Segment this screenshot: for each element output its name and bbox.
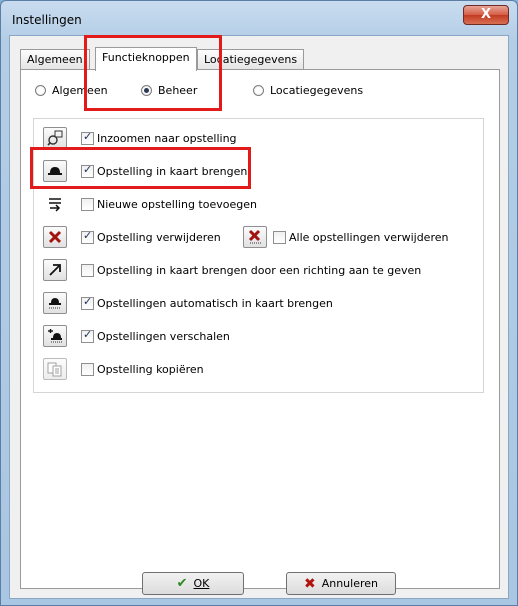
- function-label: Opstelling in kaart brengen door een ric…: [97, 263, 422, 277]
- radio-button[interactable]: [253, 85, 264, 96]
- add-object-button[interactable]: [43, 193, 67, 215]
- copy-button[interactable]: [43, 358, 67, 380]
- dialog-body: Algemeen Functieknoppen Locatiegegevens …: [9, 35, 509, 599]
- auto-map-icon: [49, 298, 61, 309]
- close-icon: X: [480, 7, 492, 22]
- copy-checkbox[interactable]: [81, 362, 94, 376]
- function-row-scale: Opstellingen verschalen: [43, 325, 230, 347]
- cancel-label: Annuleren: [321, 577, 379, 590]
- delete-button[interactable]: [43, 226, 67, 248]
- delete-all-checkbox[interactable]: [273, 230, 286, 244]
- function-row-add: Nieuwe opstelling toevoegen: [43, 193, 257, 215]
- direction-arrow-icon: [49, 264, 61, 276]
- close-button[interactable]: X: [463, 5, 509, 25]
- delete-icon: [48, 230, 62, 244]
- function-row-direction: Opstelling in kaart brengen door een ric…: [43, 259, 421, 281]
- function-label: Opstelling verwijderen: [97, 230, 221, 244]
- delete-all-button[interactable]: [243, 226, 267, 248]
- checkmark-icon: ✔: [176, 576, 188, 591]
- tab-algemeen[interactable]: Algemeen: [20, 49, 90, 69]
- function-row-delete: Opstelling verwijderen: [43, 226, 221, 248]
- window-title: Instellingen: [12, 13, 82, 27]
- add-object-checkbox[interactable]: [81, 197, 94, 211]
- zoom-to-checkbox[interactable]: [81, 130, 94, 145]
- function-label: Alle opstellingen verwijderen: [289, 230, 449, 244]
- function-label: Inzoomen naar opstelling: [97, 131, 237, 145]
- function-label: Opstelling kopiëren: [97, 362, 204, 376]
- ok-button[interactable]: ✔ OK: [142, 572, 244, 595]
- function-row-auto-map: Opstellingen automatisch in kaart brenge…: [43, 292, 333, 314]
- radio-locatiegegevens[interactable]: Locatiegegevens: [253, 84, 363, 97]
- function-row-zoom: Inzoomen naar opstelling: [43, 127, 237, 149]
- cancel-x-icon: ✖: [303, 575, 316, 592]
- function-label: Nieuwe opstelling toevoegen: [97, 197, 257, 211]
- highlight-box-row: [30, 147, 251, 189]
- zoom-to-icon: [47, 130, 63, 146]
- ok-label: OK: [193, 577, 210, 590]
- add-object-icon: [49, 198, 61, 212]
- scale-checkbox[interactable]: [81, 328, 94, 343]
- copy-icon: [47, 362, 62, 377]
- tab-label: Algemeen: [27, 53, 83, 66]
- zoom-to-button[interactable]: [43, 127, 67, 149]
- auto-map-button[interactable]: [43, 292, 67, 314]
- direction-checkbox[interactable]: [81, 263, 94, 277]
- delete-checkbox[interactable]: [81, 229, 94, 244]
- radio-button[interactable]: [35, 85, 46, 96]
- radio-label: Locatiegegevens: [270, 84, 364, 97]
- settings-window: Instellingen X Algemeen Functieknoppen L…: [0, 0, 518, 606]
- function-row-copy: Opstelling kopiëren: [43, 358, 204, 380]
- direction-button[interactable]: [43, 259, 67, 281]
- function-row-delete-all: Alle opstellingen verwijderen: [243, 226, 448, 248]
- delete-all-icon: [248, 229, 261, 244]
- scale-button[interactable]: [43, 325, 67, 347]
- title-bar[interactable]: Instellingen X: [1, 1, 517, 35]
- auto-map-checkbox[interactable]: [81, 295, 94, 310]
- cancel-button[interactable]: ✖ Annuleren: [286, 572, 396, 595]
- scale-icon: [48, 329, 62, 343]
- highlight-box-tab: [84, 35, 222, 111]
- function-label: Opstellingen verschalen: [97, 329, 230, 343]
- function-label: Opstellingen automatisch in kaart brenge…: [97, 296, 333, 310]
